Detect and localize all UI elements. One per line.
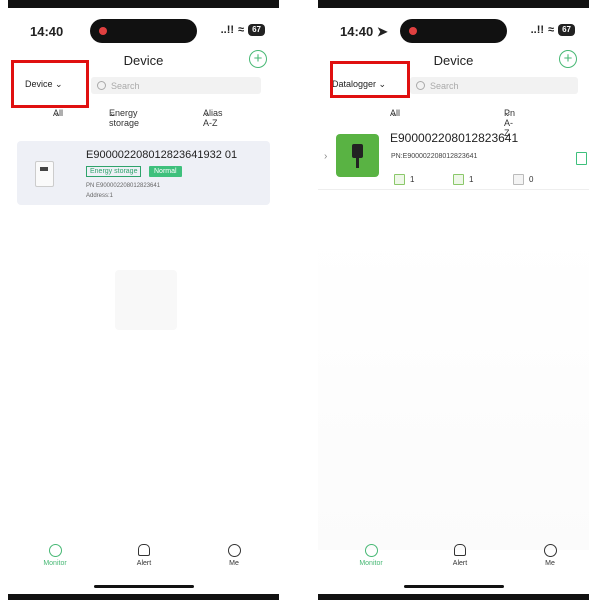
filter-all[interactable]: All ⌄ xyxy=(53,108,63,119)
profile-icon xyxy=(543,544,557,557)
device-address: Address:1 xyxy=(86,193,114,199)
bottom-bezel xyxy=(8,594,279,600)
battery-icon: 67 xyxy=(248,24,265,36)
online-device-icon xyxy=(394,174,405,185)
tab-label: Me xyxy=(545,560,555,567)
datalogger-serial: E900002208012823641 xyxy=(390,131,519,145)
normal-device-icon xyxy=(453,174,464,185)
blank-placeholder xyxy=(115,270,177,330)
tab-me[interactable]: Me xyxy=(530,544,570,567)
tab-label: Alert xyxy=(452,560,468,567)
stat-online: 1 xyxy=(394,174,414,185)
search-icon xyxy=(416,81,425,90)
type-badge: Energy storage xyxy=(86,166,142,177)
search-placeholder: Search xyxy=(430,80,459,91)
stat-offline: 0 xyxy=(513,174,533,185)
status-icons: ..!! ≈ 67 xyxy=(531,24,575,36)
battery-icon: 67 xyxy=(558,24,575,36)
home-indicator xyxy=(94,585,194,588)
bell-icon xyxy=(138,544,150,556)
document-icon[interactable] xyxy=(576,152,587,165)
status-time: 14:40 ➤ xyxy=(340,24,388,39)
search-icon xyxy=(97,81,106,90)
status-icons: ..!! ≈ 67 xyxy=(221,24,265,36)
inverter-icon xyxy=(35,161,54,187)
tab-label: Me xyxy=(229,560,239,567)
wifi-icon: ≈ xyxy=(238,24,245,36)
status-badge: Normal xyxy=(149,166,182,177)
bell-icon xyxy=(454,544,466,556)
filter-sort[interactable]: Alias A-Z ⌄ xyxy=(203,108,223,128)
status-time: 14:40 xyxy=(30,24,64,39)
highlight-box xyxy=(11,60,89,108)
filter-sort[interactable]: Pn A-Z ⌄ xyxy=(504,108,515,138)
tab-alert[interactable]: Alert xyxy=(440,544,480,567)
stat-normal: 1 xyxy=(453,174,473,185)
device-pn: PN E900002208012823641 xyxy=(86,183,161,189)
datalogger-row[interactable]: › E900002208012823641 PN:E90000220801282… xyxy=(318,125,589,190)
offline-device-icon xyxy=(513,174,524,185)
tab-monitor[interactable]: Monitor xyxy=(351,544,391,567)
filter-type[interactable]: Energy storage ⌄ xyxy=(109,108,139,128)
datalogger-icon xyxy=(336,134,379,177)
tab-alert[interactable]: Alert xyxy=(124,544,164,567)
datalogger-pn: PN:E900002208012823641 xyxy=(391,153,478,160)
search-input[interactable]: Search xyxy=(410,77,578,94)
add-device-icon[interactable]: + xyxy=(559,50,577,68)
search-input[interactable]: Search xyxy=(91,77,261,94)
chevron-right-icon[interactable]: › xyxy=(324,151,327,162)
profile-icon xyxy=(227,544,241,557)
tab-me[interactable]: Me xyxy=(214,544,254,567)
tab-label: Monitor xyxy=(359,560,383,567)
recording-dot-icon xyxy=(99,27,107,35)
status-bar: 14:40 ..!! ≈ 67 xyxy=(8,8,279,46)
highlight-box xyxy=(330,61,410,98)
tab-monitor[interactable]: Monitor xyxy=(35,544,75,567)
signal-icon: ..!! xyxy=(530,24,545,36)
search-placeholder: Search xyxy=(111,80,140,91)
recording-dot-icon xyxy=(409,27,417,35)
tab-bar: Monitor Alert Me xyxy=(318,544,589,578)
dynamic-island xyxy=(400,19,507,43)
status-bar: 14:40 ➤ ..!! ≈ 67 xyxy=(318,8,589,46)
signal-icon: ..!! xyxy=(220,24,235,36)
device-serial: E900002208012823641932 01 xyxy=(86,149,238,161)
device-card[interactable]: E900002208012823641932 01 Energy storage… xyxy=(17,141,270,205)
filter-all[interactable]: All ⌄ xyxy=(390,108,400,119)
left-phone-screen: 14:40 ..!! ≈ 67 Device + Device ⌄ Search… xyxy=(8,0,279,600)
tab-label: Monitor xyxy=(43,560,67,567)
tab-label: Alert xyxy=(136,560,152,567)
monitor-icon xyxy=(48,544,62,557)
tab-bar: Monitor Alert Me xyxy=(8,544,279,578)
home-indicator xyxy=(404,585,504,588)
top-bezel xyxy=(8,0,279,8)
add-device-icon[interactable]: + xyxy=(249,50,267,68)
dynamic-island xyxy=(90,19,197,43)
wifi-icon: ≈ xyxy=(548,24,555,36)
monitor-icon xyxy=(364,544,378,557)
bottom-bezel xyxy=(318,594,589,600)
top-bezel xyxy=(318,0,589,8)
empty-area xyxy=(318,230,589,550)
right-phone-screen: 14:40 ➤ ..!! ≈ 67 Device + Datalogger ⌄ … xyxy=(318,0,589,600)
